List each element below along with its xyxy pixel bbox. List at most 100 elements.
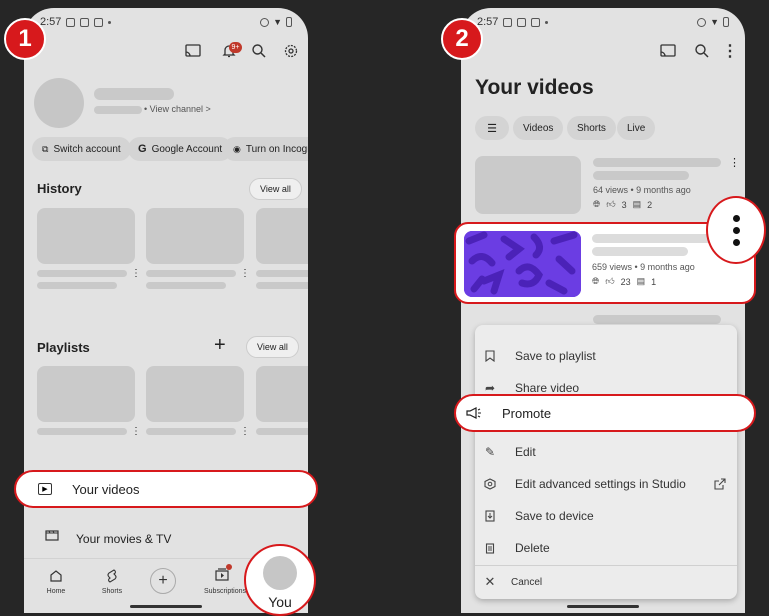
subscriptions-nav-label[interactable]: Subscriptions [200,588,250,595]
video-title-placeholder [592,234,720,243]
like-count: 23 [620,276,631,287]
status-bar: 2:57 ▼ [477,14,729,30]
filter-settings-chip[interactable]: ☰ [475,116,509,140]
your-movies-label[interactable]: Your movies & TV [76,532,171,546]
gmail-icon [531,17,541,27]
shorts-icon[interactable] [104,568,120,584]
gesture-bar [567,605,639,608]
gmail-icon [94,17,104,27]
megaphone-icon [466,406,482,420]
history-heading: History [37,181,82,196]
download-icon [483,509,497,523]
history-thumbnail[interactable] [256,208,308,264]
google-account-label: Google Account [151,143,223,155]
filter-chip-videos[interactable]: Videos [513,116,564,140]
menu-promote[interactable]: Promote [454,394,756,432]
more-vert-icon[interactable]: ⋮ [131,426,141,437]
comment-count: 1 [651,276,657,287]
dnd-icon [697,17,707,27]
cast-icon[interactable] [184,42,202,60]
playlist-thumbnail[interactable] [146,366,244,422]
shorts-nav-label[interactable]: Shorts [98,588,126,595]
dnd-icon [260,17,270,27]
incognito-chip[interactable]: ◉ Turn on Incognito [223,137,308,161]
visibility-icon: 🌐︎ [593,199,601,209]
more-vert-icon[interactable]: ⋮ [240,426,250,437]
comment-icon: ▤ [632,199,642,209]
video-thumbnail[interactable] [475,156,581,214]
settings-icon[interactable] [282,42,300,60]
studio-icon [483,477,497,491]
video-thumbnail[interactable] [464,231,581,297]
like-icon: 👍︎ [605,276,615,286]
menu-save-to-playlist[interactable]: Save to playlist [483,349,596,363]
battery-icon [723,17,729,27]
status-time: 2:57 [477,16,499,28]
calendar-icon [517,17,527,27]
video-title-placeholder [593,315,721,324]
subscriptions-dot-badge [226,564,232,570]
more-vert-dot [732,238,740,246]
playlist-title-placeholder [37,428,127,435]
video-options-menu: Save to playlist ➦ Share video ✎ Edit Ed… [475,325,737,599]
more-vert-icon[interactable]: ⋮ [240,268,250,279]
you-tab[interactable]: You [244,544,316,616]
home-icon[interactable] [48,568,64,584]
playlist-title-placeholder [256,428,308,435]
your-videos-item[interactable]: ▶ Your videos [14,470,318,508]
menu-share-video[interactable]: ➦ Share video [483,381,579,395]
add-playlist-icon[interactable]: + [214,334,226,357]
view-channel-link[interactable]: • View channel > [144,104,211,114]
like-icon: 👍︎ [606,199,616,209]
calendar-icon [66,17,76,27]
menu-edit[interactable]: ✎ Edit [483,445,536,459]
filter-chip-shorts[interactable]: Shorts [567,116,616,140]
history-thumbnail[interactable] [37,208,135,264]
video-title-placeholder [593,158,721,167]
menu-save-to-device[interactable]: Save to device [483,509,594,523]
google-account-chip[interactable]: G Google Account [128,137,233,161]
page-title: Your videos [475,76,594,99]
menu-divider [475,565,737,566]
calendar-icon [80,17,90,27]
pencil-icon: ✎ [484,445,496,459]
more-vert-icon[interactable]: ⋮ [722,42,738,60]
history-view-all-button[interactable]: View all [249,178,302,200]
switch-account-chip[interactable]: ⧉ Switch account [32,137,131,161]
you-tab-label: You [268,594,292,610]
comment-icon: ▤ [636,276,646,286]
cast-icon[interactable] [659,42,677,60]
incognito-icon: ◉ [233,143,241,154]
history-thumbnail[interactable] [146,208,244,264]
more-vert-dot [732,214,740,222]
comment-count: 2 [647,199,653,210]
search-icon[interactable] [250,42,268,60]
history-title-placeholder [256,270,308,277]
google-icon: G [138,143,147,155]
playlist-thumbnail[interactable] [37,366,135,422]
step-badge-2: 2 [441,18,483,60]
filter-chip-live[interactable]: Live [617,116,656,140]
trash-icon [483,541,497,555]
history-title-placeholder [37,270,127,277]
menu-label: Delete [515,541,550,555]
video-more-options-button[interactable] [706,196,766,264]
menu-edit-advanced-studio[interactable]: Edit advanced settings in Studio [483,477,686,491]
visibility-icon: 🌐︎ [592,276,600,286]
create-button[interactable]: + [150,568,176,594]
you-avatar [263,556,297,590]
more-vert-icon[interactable]: ⋮ [131,268,141,279]
menu-label: Share video [515,381,580,395]
home-nav-label[interactable]: Home [44,588,68,595]
avatar[interactable] [34,78,84,128]
search-icon[interactable] [693,42,711,60]
menu-delete[interactable]: Delete [483,541,550,555]
menu-cancel[interactable]: ✕ Cancel [483,574,543,589]
playlist-thumbnail[interactable] [256,366,308,422]
more-vert-icon[interactable]: ⋮ [729,156,740,169]
bookmark-icon [483,349,497,363]
switch-account-label: Switch account [53,143,121,155]
video-title-placeholder [592,247,688,256]
playlists-view-all-button[interactable]: View all [246,336,299,358]
status-bar: 2:57 ▼ [40,14,292,30]
